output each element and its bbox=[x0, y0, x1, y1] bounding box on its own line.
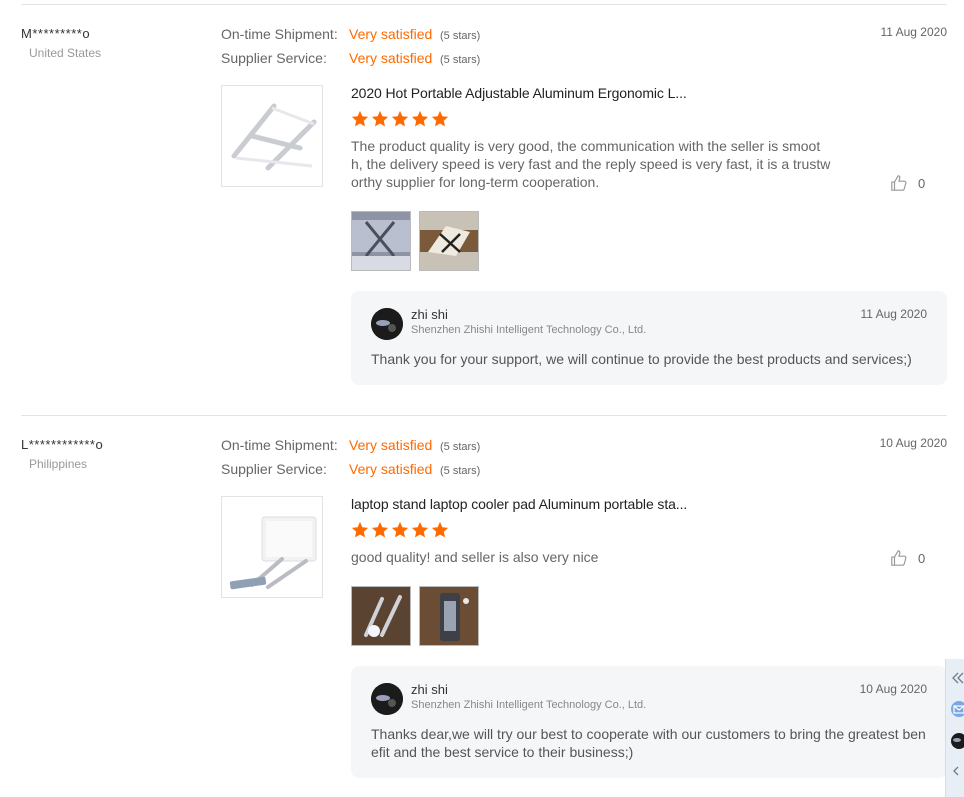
shipment-rating: On-time Shipment: Very satisfied (5 star… bbox=[221, 26, 480, 42]
service-rating: Supplier Service: Very satisfied (5 star… bbox=[221, 461, 480, 477]
reply-date: 11 Aug 2020 bbox=[860, 307, 927, 321]
buyer-name: L************o bbox=[21, 437, 104, 452]
review-text: The product quality is very good, the co… bbox=[351, 138, 831, 190]
star-icon bbox=[431, 110, 449, 127]
like-count: 0 bbox=[918, 550, 926, 566]
buyer-country: Philippines bbox=[29, 457, 88, 471]
service-stars: (5 stars) bbox=[440, 465, 481, 477]
service-value: Very satisfied bbox=[349, 50, 433, 66]
reply-author: zhi shi bbox=[411, 307, 448, 322]
divider bbox=[21, 4, 947, 5]
divider bbox=[21, 415, 947, 416]
reply-date: 10 Aug 2020 bbox=[859, 682, 927, 696]
review-photo[interactable] bbox=[351, 211, 411, 271]
shipment-stars: (5 stars) bbox=[440, 441, 481, 453]
service-rating: Supplier Service: Very satisfied (5 star… bbox=[221, 50, 480, 66]
shipment-value: Very satisfied bbox=[349, 26, 433, 42]
star-icon bbox=[411, 521, 429, 538]
service-stars: (5 stars) bbox=[440, 54, 481, 66]
product-title[interactable]: 2020 Hot Portable Adjustable Aluminum Er… bbox=[351, 85, 687, 101]
review-photo[interactable] bbox=[351, 586, 411, 646]
star-icon bbox=[431, 521, 449, 538]
service-label: Supplier Service: bbox=[221, 50, 327, 66]
review-text: good quality! and seller is also very ni… bbox=[351, 549, 599, 565]
shipment-label: On-time Shipment: bbox=[221, 437, 338, 453]
star-icon bbox=[391, 110, 409, 127]
product-title[interactable]: laptop stand laptop cooler pad Aluminum … bbox=[351, 496, 687, 512]
service-value: Very satisfied bbox=[349, 461, 433, 477]
review-date: 11 Aug 2020 bbox=[880, 25, 947, 39]
star-icon bbox=[351, 521, 369, 538]
star-icon bbox=[371, 110, 389, 127]
review-photo[interactable] bbox=[419, 211, 479, 271]
seller-reply: zhi shi Shenzhen Zhishi Intelligent Tech… bbox=[351, 291, 947, 385]
product-thumbnail[interactable] bbox=[221, 496, 323, 598]
review-date: 10 Aug 2020 bbox=[879, 436, 947, 450]
review-photo[interactable] bbox=[419, 586, 479, 646]
reply-company: Shenzhen Zhishi Intelligent Technology C… bbox=[411, 324, 647, 336]
service-label: Supplier Service: bbox=[221, 461, 327, 477]
shipment-rating: On-time Shipment: Very satisfied (5 star… bbox=[221, 437, 480, 453]
reply-author: zhi shi bbox=[411, 682, 448, 697]
seller-reply: zhi shi Shenzhen Zhishi Intelligent Tech… bbox=[351, 666, 947, 778]
collapse-icon[interactable] bbox=[949, 670, 964, 686]
reply-text: Thank you for your support, we will cont… bbox=[371, 351, 912, 367]
star-icon bbox=[391, 521, 409, 538]
avatar[interactable] bbox=[949, 733, 964, 749]
shipment-stars: (5 stars) bbox=[440, 30, 481, 42]
buyer-name: M*********o bbox=[21, 26, 91, 41]
avatar bbox=[371, 683, 403, 715]
shipment-value: Very satisfied bbox=[349, 437, 433, 453]
shipment-label: On-time Shipment: bbox=[221, 26, 338, 42]
buyer-country: United States bbox=[29, 46, 102, 60]
thumbs-up-icon bbox=[891, 550, 907, 566]
thumbs-up-icon bbox=[891, 175, 907, 191]
star-icon bbox=[371, 521, 389, 538]
star-rating bbox=[351, 110, 449, 128]
like-button[interactable]: 0 bbox=[890, 174, 925, 192]
product-thumbnail[interactable] bbox=[221, 85, 323, 187]
star-icon bbox=[351, 110, 369, 127]
floating-contact-widget[interactable] bbox=[945, 659, 964, 797]
reply-company: Shenzhen Zhishi Intelligent Technology C… bbox=[411, 699, 647, 711]
chevron-left-icon[interactable] bbox=[949, 763, 964, 779]
star-icon bbox=[411, 110, 429, 127]
reply-text: Thanks dear,we will try our best to coop… bbox=[371, 726, 926, 760]
star-rating bbox=[351, 521, 449, 539]
like-count: 0 bbox=[918, 175, 926, 191]
message-icon[interactable] bbox=[949, 701, 964, 717]
like-button[interactable]: 0 bbox=[890, 549, 925, 567]
avatar bbox=[371, 308, 403, 340]
